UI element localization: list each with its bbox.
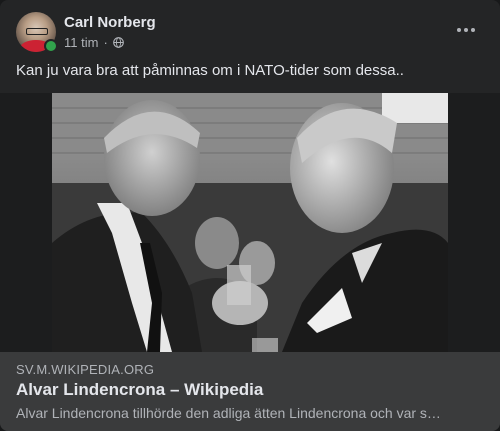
author-avatar[interactable]: [16, 12, 58, 53]
link-description: Alvar Lindencrona tillhörde den adliga ä…: [16, 405, 441, 421]
more-options-button[interactable]: [448, 16, 484, 44]
link-title[interactable]: Alvar Lindencrona – Wikipedia: [16, 380, 263, 400]
author-name[interactable]: Carl Norberg: [64, 14, 156, 31]
post-text: Kan ju vara bra att påminnas om i NATO-t…: [16, 62, 404, 79]
globe-icon[interactable]: [112, 37, 124, 48]
link-preview[interactable]: SV.M.WIKIPEDIA.ORG Alvar Lindencrona – W…: [0, 352, 500, 431]
link-preview-photo[interactable]: [52, 93, 448, 352]
meta-separator: ·: [103, 35, 108, 50]
more-dot: [471, 28, 475, 32]
online-status-dot: [44, 39, 58, 53]
link-preview-image-area[interactable]: [0, 93, 500, 352]
photo-illustration: [52, 93, 448, 352]
post-time[interactable]: 11 tim: [64, 35, 98, 50]
more-dot: [464, 28, 468, 32]
more-horizontal-icon: [457, 28, 461, 32]
post-header: Carl Norberg 11 tim ·: [16, 12, 484, 53]
avatar-glasses: [26, 28, 48, 35]
post-meta: 11 tim ·: [64, 35, 124, 50]
link-domain: SV.M.WIKIPEDIA.ORG: [16, 362, 155, 377]
post-card: Carl Norberg 11 tim · Kan ju vara bra at…: [0, 0, 500, 431]
